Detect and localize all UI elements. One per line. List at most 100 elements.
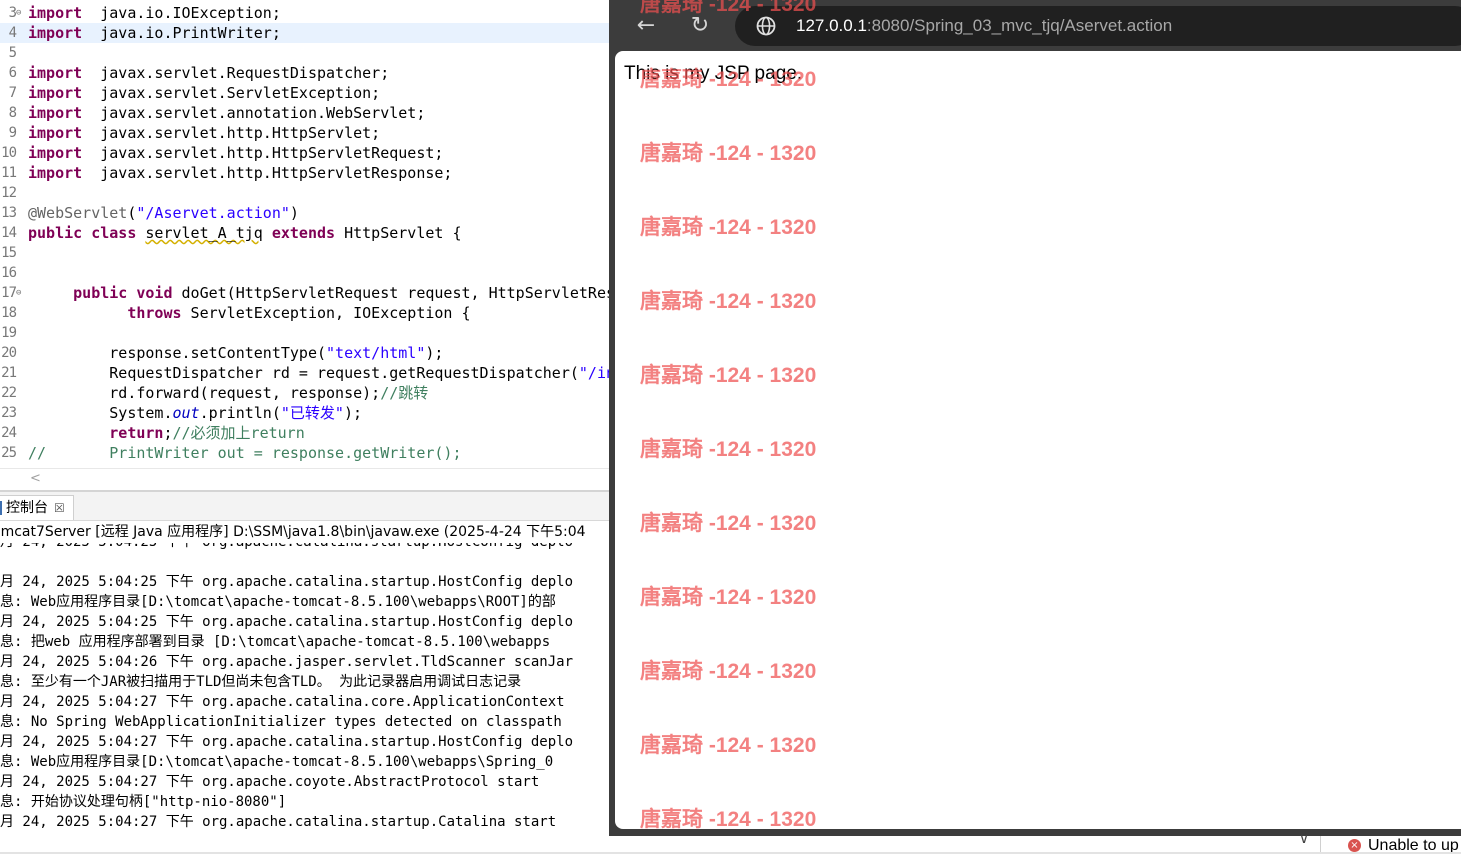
code-line[interactable]: 25 // PrintWriter out = response.getWrite… <box>0 443 612 463</box>
code-line[interactable]: 13 @WebServlet("/Aservet.action") <box>0 203 612 223</box>
console-line: 月 24, 2025 5:04:25 下午 org.apache.catalin… <box>0 614 574 630</box>
watermark: 唐嘉琦 -124 - 1320 <box>640 290 817 313</box>
console-line: 息: 把web 应用程序部署到目录 [D:\tomcat\apache-tomc… <box>0 634 551 650</box>
tab-console[interactable]: 控制台 ☒ <box>0 495 74 520</box>
line-number: 4 <box>8 25 17 41</box>
console-output[interactable]: 月 24, 2025 5:04:25 下午 org.apache.catalin… <box>0 543 612 833</box>
line-number: 16 <box>1 265 17 281</box>
watermark: 唐嘉琦 -124 - 1320 <box>640 660 817 683</box>
watermark: 唐嘉琦 -124 - 1320 <box>640 216 817 239</box>
error-icon: × <box>1348 839 1361 852</box>
line-number: 7 <box>8 85 17 101</box>
line-number: 8 <box>8 105 17 121</box>
code-text: public class servlet_A_tjq extends HttpS… <box>28 224 462 242</box>
code-text: throws ServletException, IOException { <box>127 304 471 322</box>
browser-window: ← ↻ 127.0.0.1:8080/Spring_03_mvc_tjq/Ase… <box>609 0 1461 836</box>
code-line[interactable]: 7 import javax.servlet.ServletException; <box>0 83 612 103</box>
code-line[interactable]: 19 <box>0 323 612 343</box>
code-line[interactable]: 8 import javax.servlet.annotation.WebServ… <box>0 103 612 123</box>
chevron-down-icon[interactable]: ∨ <box>1294 831 1314 851</box>
console-line-partial: 月 24, 2025 5:04:25 下午 org.apache.catalin… <box>0 543 573 552</box>
code-line[interactable]: 15 <box>0 243 612 263</box>
code-text: RequestDispatcher rd = request.getReques… <box>28 364 612 382</box>
console-line: 月 24, 2025 5:04:27 下午 org.apache.catalin… <box>0 694 565 710</box>
line-number: 25 <box>1 445 17 461</box>
code-text: return;//必须加上return <box>109 424 305 442</box>
watermark: 唐嘉琦 -124 - 1320 <box>640 512 817 535</box>
line-number: 9 <box>8 125 17 141</box>
line-number: 12 <box>1 185 17 201</box>
code-line[interactable]: 14 public class servlet_A_tjq extends Htt… <box>0 223 612 243</box>
watermark: 唐嘉琦 -124 - 1320 <box>640 438 817 461</box>
console-line: 月 24, 2025 5:04:27 下午 org.apache.coyote.… <box>0 774 540 790</box>
globe-icon[interactable] <box>755 15 777 37</box>
code-line[interactable]: 20 response.setContentType("text/html"); <box>0 343 612 363</box>
line-number: 18 <box>1 305 17 321</box>
code-line[interactable]: 11 import javax.servlet.http.HttpServletR… <box>0 163 612 183</box>
code-editor[interactable]: 3 ⊖ import java.io.IOException; 4 import jav… <box>0 0 612 468</box>
console-process-title: omcat7Server [远程 Java 应用程序] D:\SSM\java1… <box>0 524 586 540</box>
scroll-left-icon[interactable]: < <box>30 471 41 486</box>
address-bar[interactable]: 127.0.0.1:8080/Spring_03_mvc_tjq/Aservet… <box>735 6 1461 46</box>
code-text: public void doGet(HttpServletRequest req… <box>73 284 612 302</box>
line-number: 21 <box>1 365 17 381</box>
url-host: 127.0.0.1 <box>796 16 867 35</box>
code-line[interactable]: 16 <box>0 263 612 283</box>
watermark: 唐嘉琦 -124 - 1320 <box>640 364 817 387</box>
line-number: 23 <box>1 405 17 421</box>
console-tab-bar: 控制台 ☒ <box>0 492 612 521</box>
code-line[interactable]: 9 import javax.servlet.http.HttpServlet; <box>0 123 612 143</box>
code-line[interactable]: 10 import javax.servlet.http.HttpServletR… <box>0 143 612 163</box>
fold-toggle-icon[interactable]: ⊖ <box>16 3 21 23</box>
code-line[interactable]: 17 ⊖ public void doGet(HttpServletRequest… <box>0 283 612 303</box>
code-line[interactable]: 3 ⊖ import java.io.IOException; <box>0 3 612 23</box>
line-number: 14 <box>1 225 17 241</box>
watermark: 唐嘉琦 -124 - 1320 <box>640 586 817 609</box>
code-line[interactable]: 5 <box>0 43 612 63</box>
watermark: 唐嘉琦 -124 - 1320 <box>640 808 817 829</box>
code-line[interactable]: 21 RequestDispatcher rd = request.getReq… <box>0 363 612 383</box>
code-text: @WebServlet("/Aservet.action") <box>28 204 299 222</box>
code-text: System.out.println("已转发"); <box>28 404 362 422</box>
console-line: 息: No Spring WebApplicationInitializer t… <box>0 714 562 730</box>
code-text: import javax.servlet.http.HttpServletRes… <box>28 164 453 182</box>
watermark: 唐嘉琦 -124 - 1320 <box>640 68 817 91</box>
url-text[interactable]: 127.0.0.1:8080/Spring_03_mvc_tjq/Aservet… <box>796 6 1172 46</box>
console-tab-label: 控制台 <box>6 500 48 516</box>
code-text: import javax.servlet.http.HttpServlet; <box>28 124 381 142</box>
code-line[interactable]: 24 return;//必须加上return <box>0 423 612 443</box>
code-line[interactable]: 4 import java.io.PrintWriter; <box>0 23 612 43</box>
code-line[interactable]: 6 import javax.servlet.RequestDispatcher; <box>0 63 612 83</box>
code-text: rd.forward(request, response);//跳转 <box>28 384 429 402</box>
line-number: 10 <box>1 145 17 161</box>
line-number: 11 <box>1 165 17 181</box>
code-text: import java.io.IOException; <box>28 4 281 22</box>
code-text: import javax.servlet.ServletException; <box>28 84 381 102</box>
line-number: 6 <box>8 65 17 81</box>
url-path: :8080/Spring_03_mvc_tjq/Aservet.action <box>866 16 1173 35</box>
code-line[interactable]: 22 rd.forward(request, response);//跳转 <box>0 383 612 403</box>
line-number: 20 <box>1 345 17 361</box>
code-line[interactable]: 18 throws ServletException, IOException … <box>0 303 612 323</box>
code-line[interactable]: 23 System.out.println("已转发"); <box>0 403 612 423</box>
editor-horizontal-scrollbar[interactable]: < <box>0 468 612 491</box>
code-line[interactable]: 12 <box>0 183 612 203</box>
line-number: 5 <box>8 45 17 61</box>
watermark-partial: 唐嘉琦 -124 - 1320 <box>640 0 817 16</box>
line-number: 19 <box>1 325 17 341</box>
console-line: 月 24, 2025 5:04:26 下午 org.apache.jasper.… <box>0 654 574 670</box>
close-icon[interactable]: ☒ <box>54 501 65 515</box>
line-number: 24 <box>1 425 17 441</box>
line-number: 13 <box>1 205 17 221</box>
watermark: 唐嘉琦 -124 - 1320 <box>640 734 817 757</box>
line-number: 22 <box>1 385 17 401</box>
console-line: 息: 开始协议处理句柄["http-nio-8080"] <box>0 794 287 810</box>
fold-toggle-icon[interactable]: ⊖ <box>16 283 21 303</box>
watermark: 唐嘉琦 -124 - 1320 <box>640 142 817 165</box>
console-line: 息: 至少有一个JAR被扫描用于TLD但尚未包含TLD。 为此记录器启用调试日志… <box>0 674 522 690</box>
code-text: // PrintWriter out = response.getWriter(… <box>28 444 462 462</box>
code-text: response.setContentType("text/html"); <box>28 344 444 362</box>
code-text: import javax.servlet.annotation.WebServl… <box>28 104 426 122</box>
page-viewport[interactable]: This is my JSP page. 唐嘉琦 -124 - 1320 唐嘉琦 … <box>615 51 1461 829</box>
console-line: 息: Web应用程序目录[D:\tomcat\apache-tomcat-8.5… <box>0 754 554 770</box>
